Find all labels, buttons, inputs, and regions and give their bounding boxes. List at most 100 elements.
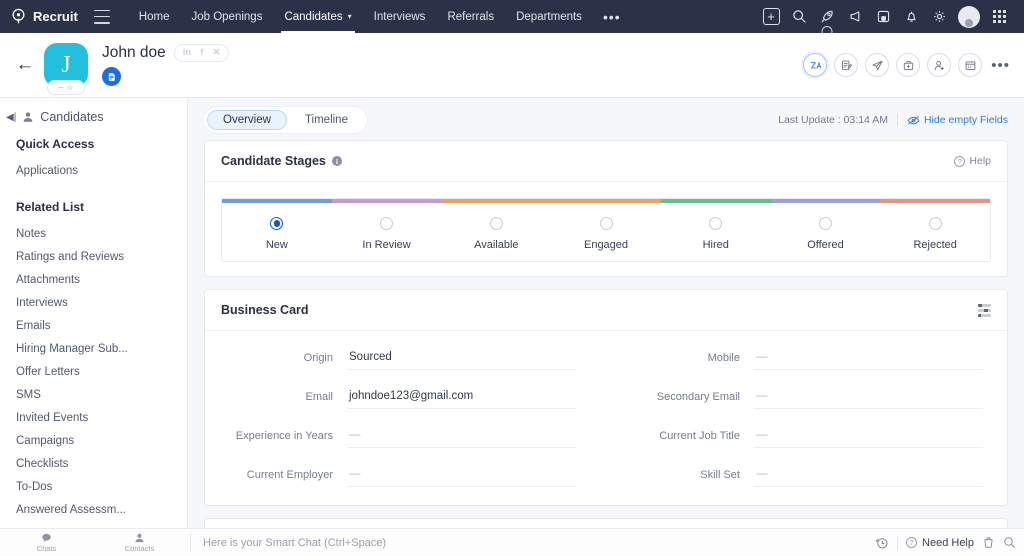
stage-label: Rejected	[913, 239, 957, 251]
more-actions-button[interactable]: •••	[989, 57, 1010, 74]
announcement-icon[interactable]	[842, 4, 868, 30]
schedule-interview-icon[interactable]	[958, 53, 983, 77]
nav-item-departments[interactable]: Departments	[505, 0, 593, 33]
facebook-icon[interactable]: f	[200, 48, 203, 58]
field-secondary-email: Secondary Email —	[636, 388, 983, 417]
sidebar-item-offer-letters[interactable]: Offer Letters	[0, 360, 187, 383]
field-value[interactable]: johndoe123@gmail.com	[347, 388, 576, 409]
search-icon[interactable]	[1003, 536, 1016, 549]
nav-item-home[interactable]: Home	[128, 0, 181, 33]
apps-grid-icon[interactable]	[986, 4, 1012, 30]
stage-radio[interactable]	[818, 217, 832, 230]
save-view-icon[interactable]	[870, 4, 896, 30]
sidebar-item-campaigns[interactable]: Campaigns	[0, 429, 187, 452]
tab-overview[interactable]: Overview	[207, 110, 287, 130]
stage-radio[interactable]	[709, 217, 723, 230]
candidate-avatar-wrapper: J -- ☆	[44, 43, 88, 95]
field-value[interactable]: —	[754, 427, 983, 448]
content-scroll-area[interactable]: Candidate Stages i ? Help New In Review …	[188, 140, 1024, 556]
candidate-header-bar: ← J -- ☆ John doe in f ✕ •••	[0, 33, 1024, 98]
stage-bar-segment-6	[880, 199, 991, 203]
back-arrow-icon[interactable]: ←	[8, 48, 42, 82]
history-clock-icon[interactable]	[875, 536, 889, 550]
sidebar-item-to-dos[interactable]: To-Dos	[0, 475, 187, 498]
stage-engaged[interactable]: Engaged	[551, 217, 661, 251]
stage-radio[interactable]	[489, 217, 503, 230]
sidebar-module-title: Candidates	[40, 110, 104, 124]
send-email-icon[interactable]	[865, 53, 890, 77]
question-circle-icon: ?	[906, 537, 918, 548]
sidebar-item-emails[interactable]: Emails	[0, 314, 187, 337]
info-icon[interactable]: i	[331, 156, 342, 166]
field-value[interactable]: —	[754, 466, 983, 487]
sidebar-item-hiring-manager-sub[interactable]: Hiring Manager Sub...	[0, 337, 187, 360]
linkedin-icon[interactable]: in	[183, 48, 191, 58]
smart-chat-input[interactable]: Here is your Smart Chat (Ctrl+Space)	[195, 537, 386, 549]
hamburger-menu-icon[interactable]	[93, 9, 110, 24]
associate-job-icon[interactable]	[896, 53, 921, 77]
add-icon[interactable]: +	[758, 4, 784, 30]
stage-in-review[interactable]: In Review	[332, 217, 442, 251]
tab-timeline[interactable]: Timeline	[289, 110, 364, 130]
field-label: Current Employer	[246, 469, 333, 481]
zia-ai-icon[interactable]	[803, 53, 828, 77]
search-icon[interactable]	[786, 4, 812, 30]
sidebar-item-attachments[interactable]: Attachments	[0, 268, 187, 291]
stage-available[interactable]: Available	[441, 217, 551, 251]
brand-logo-area[interactable]: Recruit	[10, 8, 78, 25]
nav-label: Job Openings	[191, 10, 263, 23]
help-link[interactable]: ? Help	[954, 155, 991, 167]
hide-empty-fields-button[interactable]: Hide empty Fields	[907, 114, 1008, 126]
sidebar-item-notes[interactable]: Notes	[0, 222, 187, 245]
footer-tab-label: Contacts	[124, 543, 155, 553]
need-help-button[interactable]: ? Need Help	[906, 537, 974, 549]
sidebar-item-checklists[interactable]: Checklists	[0, 452, 187, 475]
twitter-x-icon[interactable]: ✕	[212, 48, 220, 58]
sidebar-item-interviews[interactable]: Interviews	[0, 291, 187, 314]
field-value[interactable]: —	[347, 427, 576, 448]
field-value[interactable]: —	[754, 349, 983, 370]
candidate-stages-header: Candidate Stages i ? Help	[205, 141, 1007, 182]
settings-gear-icon[interactable]	[926, 4, 952, 30]
candidate-rating-badge[interactable]: -- ☆	[47, 80, 85, 95]
sidebar-item-ratings-and-reviews[interactable]: Ratings and Reviews	[0, 245, 187, 268]
nav-more-button[interactable]: •••	[593, 9, 631, 25]
stage-label: Available	[474, 239, 519, 251]
stage-label: Engaged	[583, 239, 629, 251]
stage-bar-segment-4	[660, 199, 771, 203]
sidebar-item-sms[interactable]: SMS	[0, 383, 187, 406]
field-value[interactable]: —	[754, 388, 983, 409]
candidate-name-row: John doe in f ✕	[102, 44, 230, 62]
stage-rejected[interactable]: Rejected	[880, 217, 990, 251]
collapse-sidebar-icon[interactable]: ◀|	[6, 112, 16, 123]
sidebar-item-invited-events[interactable]: Invited Events	[0, 406, 187, 429]
nav-item-job-openings[interactable]: Job Openings	[180, 0, 273, 33]
rocket-icon[interactable]	[814, 4, 840, 37]
stage-radio-selected[interactable]	[270, 217, 284, 230]
stage-bar-segment-5	[770, 199, 881, 203]
sidebar-item-applications[interactable]: Applications	[0, 159, 187, 182]
add-note-icon[interactable]	[834, 53, 859, 77]
footer-tab-contacts[interactable]: Contacts	[93, 533, 186, 553]
field-value[interactable]: Sourced	[347, 349, 576, 370]
stage-radio[interactable]	[380, 217, 394, 230]
footer-tab-chats[interactable]: Chats	[0, 533, 93, 553]
nav-item-candidates[interactable]: Candidates ▾	[273, 0, 362, 33]
stages-box: New In Review Available Engaged Hired Of…	[221, 198, 991, 262]
resume-document-icon[interactable]	[102, 67, 121, 86]
stage-radio[interactable]	[928, 217, 942, 230]
trash-icon[interactable]	[982, 536, 995, 549]
field-settings-icon[interactable]	[978, 303, 991, 317]
stage-new[interactable]: New	[222, 217, 332, 251]
user-avatar[interactable]	[958, 5, 980, 28]
stage-radio[interactable]	[599, 217, 613, 230]
add-contact-icon[interactable]	[927, 53, 952, 77]
nav-item-interviews[interactable]: Interviews	[363, 0, 437, 33]
candidate-person-icon	[22, 111, 34, 123]
nav-item-referrals[interactable]: Referrals	[436, 0, 505, 33]
stage-hired[interactable]: Hired	[661, 217, 771, 251]
notifications-icon[interactable]	[898, 4, 924, 30]
field-value[interactable]: —	[347, 466, 576, 487]
stage-offered[interactable]: Offered	[771, 217, 881, 251]
sidebar-item-answered-assessments[interactable]: Answered Assessm...	[0, 498, 187, 521]
